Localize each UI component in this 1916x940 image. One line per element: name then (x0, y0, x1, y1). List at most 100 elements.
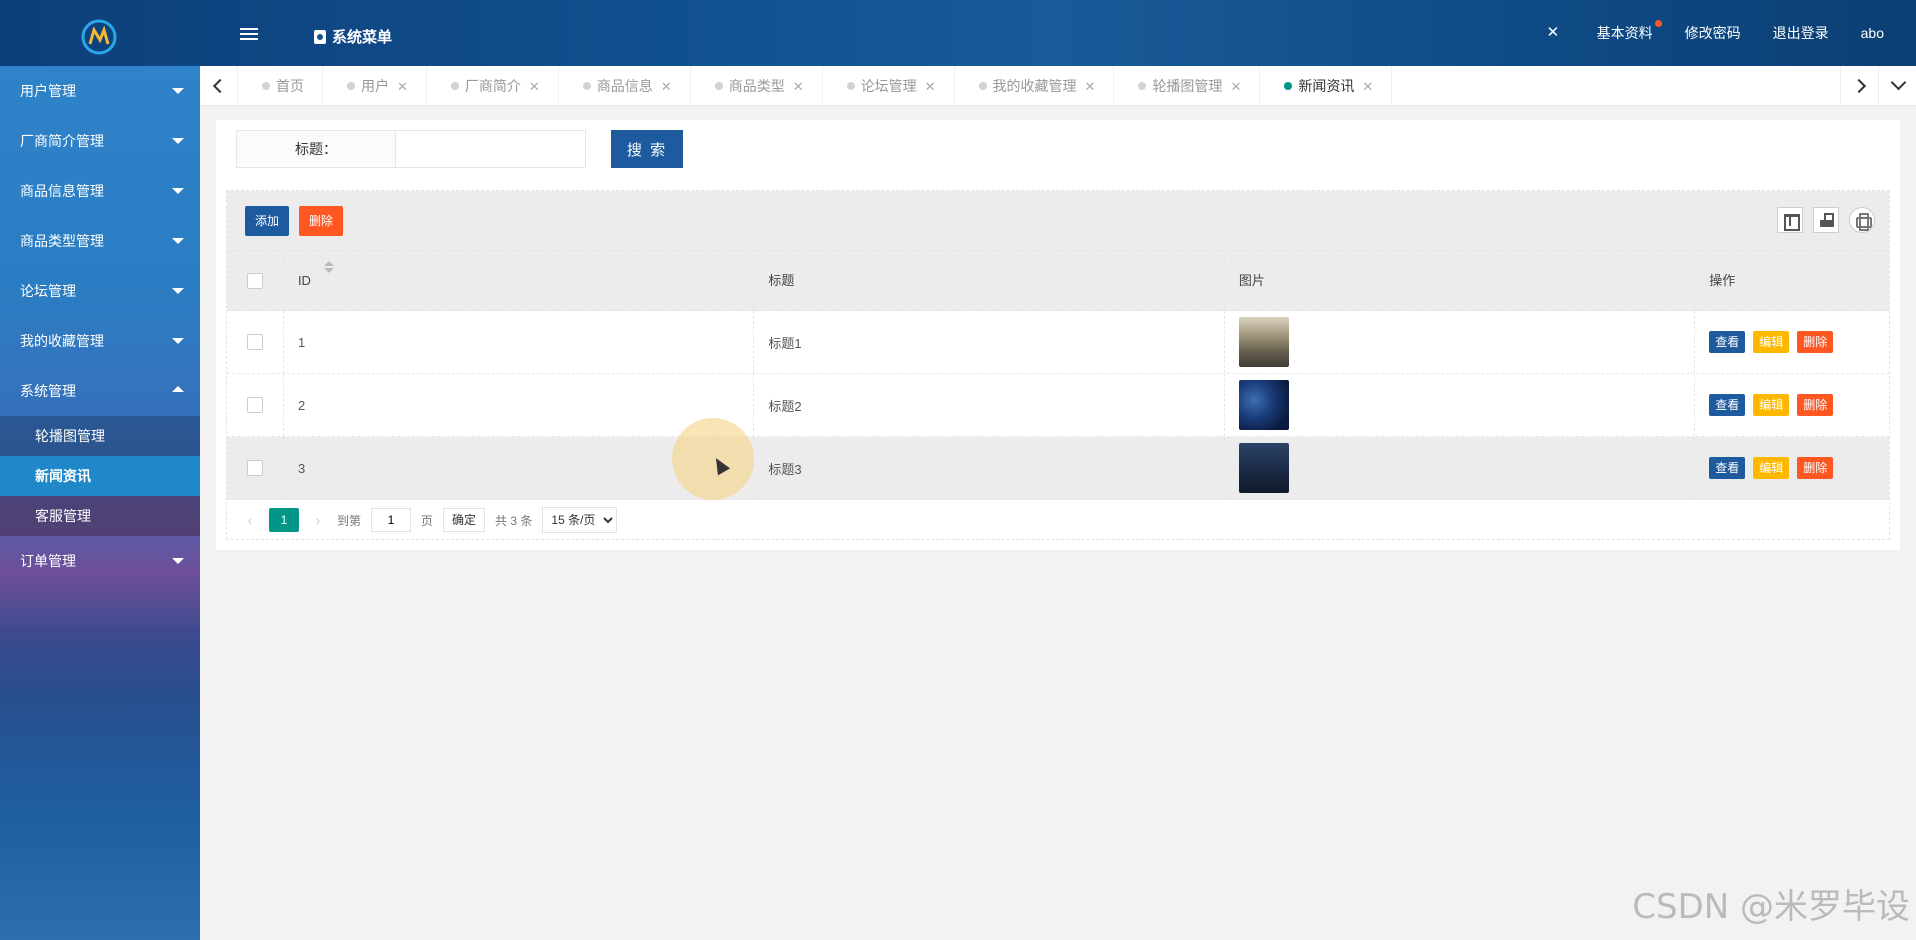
row-delete-button[interactable]: 删除 (1797, 331, 1834, 353)
close-icon[interactable]: ✕ (1085, 79, 1096, 94)
sidebar-item-user[interactable]: 用户管理 (0, 66, 200, 116)
notification-dot (1654, 20, 1662, 27)
row-delete-button[interactable]: 删除 (1797, 394, 1834, 416)
tab-label: 首页 (276, 78, 304, 94)
table-header: ID 标题 图片 操作 (227, 251, 1889, 311)
tab-dot-icon (1138, 82, 1147, 90)
tab-product-type[interactable]: 商品类型 ✕ (691, 66, 823, 106)
fullscreen-icon[interactable] (1547, 23, 1561, 41)
tabs-scroll-left-icon[interactable] (200, 66, 238, 106)
sidebar-item-product[interactable]: 商品信息管理 (0, 166, 200, 216)
tab-label: 轮播图管理 (1152, 78, 1223, 94)
page-unit-label: 页 (421, 513, 434, 528)
search-bar: 标题： 搜 索 (236, 130, 683, 168)
tab-dot-icon (582, 82, 591, 90)
print-icon[interactable] (1849, 207, 1875, 233)
select-all-cell (227, 251, 283, 310)
total-count: 共 3 条 (495, 513, 533, 528)
profile-link[interactable]: 基本资料 (1597, 20, 1662, 43)
close-icon[interactable]: ✕ (1230, 79, 1241, 94)
search-input[interactable] (396, 130, 586, 168)
per-page-select[interactable]: 15 条/页 (542, 507, 618, 533)
sidebar-item-product-type[interactable]: 商品类型管理 (0, 216, 200, 266)
close-icon[interactable]: ✕ (661, 79, 672, 94)
tab-home[interactable]: 首页 (238, 66, 323, 106)
search-button[interactable]: 搜 索 (611, 130, 683, 168)
tab-favorites[interactable]: 我的收藏管理 ✕ (955, 66, 1115, 106)
change-password-link[interactable]: 修改密码 (1685, 23, 1741, 43)
row-checkbox[interactable] (246, 460, 263, 476)
system-menu[interactable]: 系统菜单 (314, 26, 392, 47)
tab-carousel[interactable]: 轮播图管理 ✕ (1114, 66, 1261, 106)
chevron-down-icon (172, 188, 184, 194)
news-thumbnail[interactable] (1238, 380, 1289, 430)
sidebar-item-forum[interactable]: 论坛管理 (0, 266, 200, 316)
edit-button[interactable]: 编辑 (1753, 331, 1790, 353)
username[interactable]: abo (1861, 25, 1884, 41)
header-id-label: ID (297, 273, 311, 288)
tab-vendor[interactable]: 厂商简介 ✕ (427, 66, 559, 106)
edit-button[interactable]: 编辑 (1753, 394, 1790, 416)
tab-news[interactable]: 新闻资讯 ✕ (1260, 66, 1393, 106)
view-button[interactable]: 查看 (1709, 331, 1746, 353)
tab-product[interactable]: 商品信息 ✕ (559, 66, 691, 106)
goto-page-input[interactable] (371, 508, 412, 532)
chevron-down-icon (172, 138, 184, 144)
header-image: 图片 (1223, 251, 1694, 310)
tab-dot-icon (347, 82, 355, 90)
tab-forum[interactable]: 论坛管理 ✕ (823, 66, 955, 106)
sidebar-subitem-service[interactable]: 客服管理 (0, 496, 200, 536)
delete-button[interactable]: 删除 (299, 206, 343, 236)
row-delete-button[interactable]: 删除 (1797, 457, 1834, 479)
logout-link[interactable]: 退出登录 (1773, 23, 1829, 43)
menu-toggle-icon[interactable] (240, 28, 258, 42)
header-id[interactable]: ID (282, 251, 753, 310)
close-icon[interactable]: ✕ (397, 79, 408, 94)
tab-user[interactable]: 用户 ✕ (323, 66, 427, 106)
chevron-up-icon (172, 386, 184, 392)
close-icon[interactable]: ✕ (793, 79, 804, 94)
sidebar: 用户管理 厂商简介管理 商品信息管理 商品类型管理 论坛管理 我的收藏管理 系统… (0, 66, 200, 940)
add-button[interactable]: 添加 (245, 206, 289, 236)
sidebar-subitem-news[interactable]: 新闻资讯 (0, 456, 200, 496)
cell-image (1223, 374, 1694, 436)
close-icon[interactable]: ✕ (1362, 79, 1373, 94)
tab-label: 商品类型 (728, 78, 785, 94)
sidebar-item-label: 论坛管理 (20, 283, 76, 299)
sidebar-item-orders[interactable]: 订单管理 (0, 536, 200, 586)
sidebar-item-vendor[interactable]: 厂商简介管理 (0, 116, 200, 166)
cell-id: 1 (282, 311, 753, 373)
view-button[interactable]: 查看 (1709, 394, 1746, 416)
news-thumbnail[interactable] (1238, 317, 1289, 367)
close-icon[interactable]: ✕ (925, 79, 936, 94)
tab-dot-icon (714, 82, 723, 90)
sidebar-subitem-carousel[interactable]: 轮播图管理 (0, 416, 200, 456)
sidebar-item-system[interactable]: 系统管理 (0, 366, 200, 416)
prev-page-icon[interactable]: ‹ (241, 512, 259, 528)
cell-image (1223, 437, 1694, 499)
tabs-scroll-right-icon[interactable] (1840, 66, 1878, 106)
columns-filter-icon[interactable] (1777, 207, 1803, 233)
close-icon[interactable]: ✕ (529, 79, 540, 94)
table-row: 1 标题1 查看 编辑 删除 (227, 311, 1889, 374)
chevron-down-icon (172, 288, 184, 294)
tabs-dropdown-icon[interactable] (1878, 66, 1916, 106)
tab-dot-icon (450, 82, 459, 90)
row-checkbox[interactable] (246, 397, 263, 413)
edit-button[interactable]: 编辑 (1753, 457, 1790, 479)
system-menu-label: 系统菜单 (332, 29, 393, 46)
current-page[interactable]: 1 (269, 508, 299, 532)
news-thumbnail[interactable] (1238, 443, 1289, 493)
select-all-checkbox[interactable] (246, 272, 263, 289)
sidebar-item-label: 厂商简介管理 (20, 133, 104, 149)
next-page-icon[interactable]: › (309, 512, 327, 528)
view-button[interactable]: 查看 (1709, 457, 1746, 479)
goto-confirm-button[interactable]: 确定 (443, 508, 486, 532)
export-icon[interactable] (1813, 207, 1839, 233)
row-checkbox[interactable] (246, 334, 263, 350)
sidebar-item-favorites[interactable]: 我的收藏管理 (0, 316, 200, 366)
sort-icon[interactable] (323, 261, 334, 275)
tab-dot-icon (1284, 82, 1293, 90)
table-row: 2 标题2 查看 编辑 删除 (227, 374, 1889, 437)
tabs-list: 首页 用户 ✕ 厂商简介 ✕ 商品信息 ✕ 商品类型 ✕ 论坛管理 ✕ 我的收藏管理 ✕ 轮… (238, 66, 1393, 106)
